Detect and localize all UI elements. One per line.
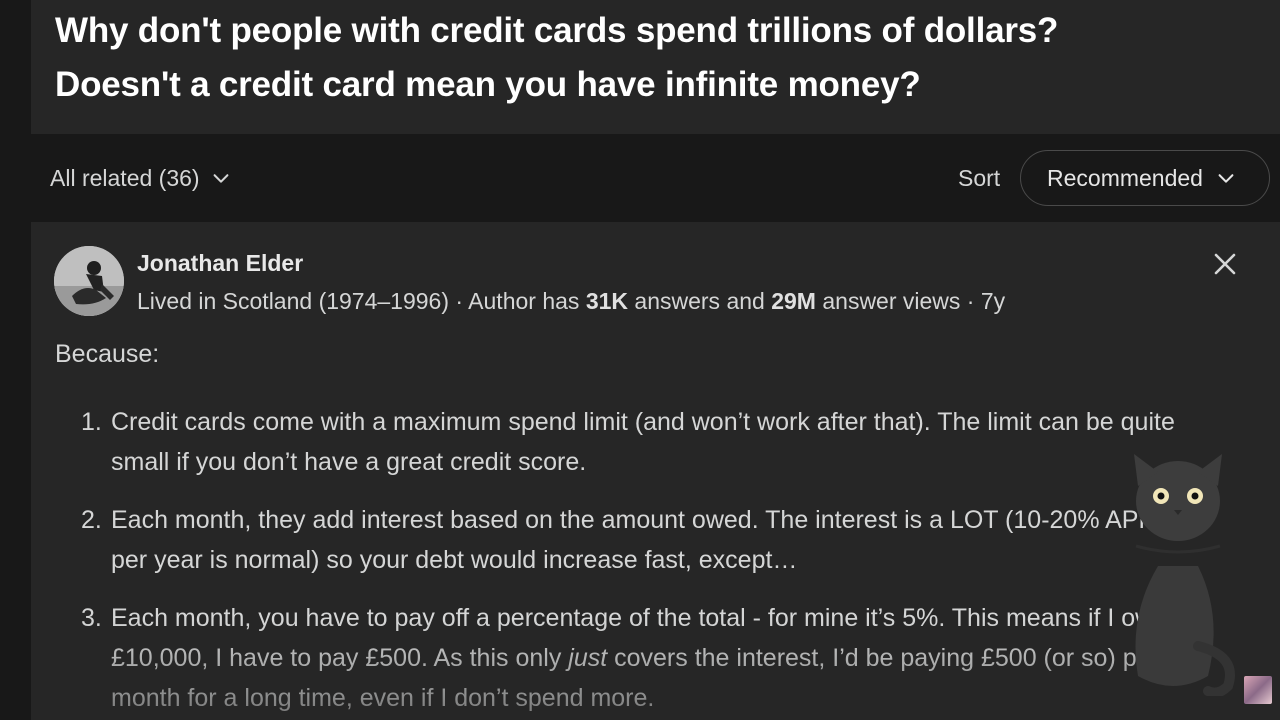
avatar[interactable] xyxy=(54,246,124,316)
list-item-text: Credit cards come with a maximum spend l… xyxy=(111,408,1175,476)
list-item-text: Each month, they add interest based on t… xyxy=(111,506,1157,574)
thumbnail-image xyxy=(1244,676,1272,704)
answer-body: Because: 1. Credit cards come with a max… xyxy=(55,334,1215,720)
author-name[interactable]: Jonathan Elder xyxy=(137,250,303,277)
avatar-image xyxy=(54,246,124,316)
sort-value: Recommended xyxy=(1047,164,1203,191)
answers-count: 31K xyxy=(585,288,629,314)
chevron-down-icon xyxy=(213,174,229,183)
question-title-line2: Doesn't a credit card mean you have infi… xyxy=(55,65,921,104)
question-title: Why don't people with credit cards spend… xyxy=(55,4,1235,112)
question-card: Why don't people with credit cards spend… xyxy=(31,0,1280,134)
views-text: answer views · 7y xyxy=(815,288,1006,314)
list-item-emphasis: just xyxy=(568,644,608,672)
list-item: 2. Each month, they add interest based o… xyxy=(55,500,1195,580)
page: Why don't people with credit cards spend… xyxy=(0,0,1280,720)
sort-dropdown[interactable]: Recommended xyxy=(1020,150,1270,206)
answer-points: 1. Credit cards come with a maximum spen… xyxy=(55,402,1215,718)
answer-card: Jonathan Elder Lived in Scotland (1974–1… xyxy=(31,222,1280,720)
question-title-line1: Why don't people with credit cards spend… xyxy=(55,11,1059,50)
filter-bar: All related (36) Sort Recommended xyxy=(0,134,1280,222)
answer-intro: Because: xyxy=(55,340,160,368)
list-item: 1. Credit cards come with a maximum spen… xyxy=(55,402,1195,482)
close-icon[interactable] xyxy=(1211,250,1239,278)
all-related-label: All related (36) xyxy=(50,164,200,191)
views-count: 29M xyxy=(771,288,816,314)
list-item-number: 2. xyxy=(81,506,102,534)
sort-label: Sort xyxy=(958,165,1001,191)
list-item-text: Each month, you have to pay off a percen… xyxy=(111,604,1167,712)
chevron-down-icon xyxy=(1218,174,1234,183)
all-related-dropdown[interactable]: All related (36) xyxy=(50,162,232,194)
list-item: 3. Each month, you have to pay off a per… xyxy=(55,598,1195,718)
author-credential[interactable]: Lived in Scotland (1974–1996) · Author h… xyxy=(137,288,1005,315)
list-item-number: 3. xyxy=(81,604,102,632)
list-item-number: 1. xyxy=(81,408,102,436)
answers-text: answers and xyxy=(628,288,772,314)
cat-overlay-image xyxy=(1134,454,1235,696)
credential-prefix: Lived in Scotland (1974–1996) · Author h… xyxy=(137,288,586,314)
